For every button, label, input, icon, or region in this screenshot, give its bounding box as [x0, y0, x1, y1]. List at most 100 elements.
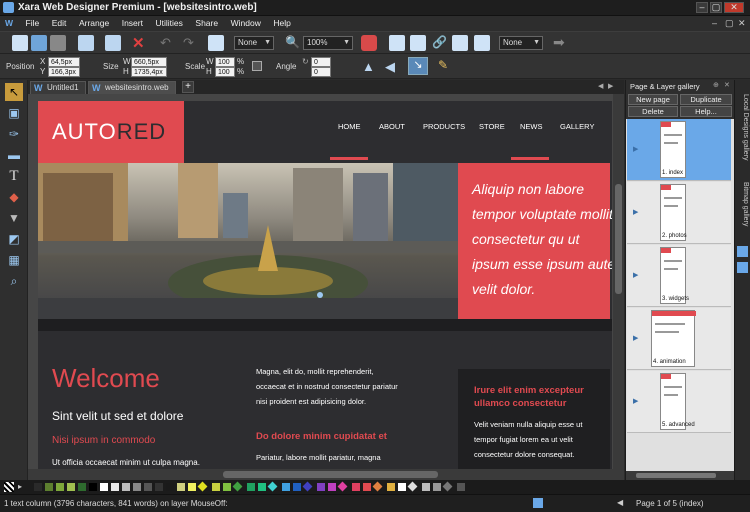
- publish-icon[interactable]: [410, 35, 426, 51]
- color-swatch[interactable]: [212, 483, 220, 491]
- color-swatch[interactable]: [232, 481, 243, 492]
- nav-gallery[interactable]: GALLERY: [560, 122, 594, 131]
- color-swatch[interactable]: [352, 483, 360, 491]
- page-thumbnail[interactable]: 3. widgets: [660, 247, 689, 304]
- flip-vertical-icon[interactable]: ◀: [385, 59, 395, 75]
- website-properties-icon[interactable]: [474, 35, 490, 51]
- flip-horizontal-icon[interactable]: ▲: [362, 59, 375, 74]
- gallery-scroll-thumb[interactable]: [636, 473, 716, 478]
- page-row-index[interactable]: ▶ 1. index: [627, 119, 731, 181]
- color-swatch[interactable]: [34, 483, 42, 491]
- color-swatch[interactable]: [89, 483, 97, 491]
- doc-close-button[interactable]: ✕: [738, 18, 746, 29]
- page-thumbnail[interactable]: 1. index: [660, 121, 686, 178]
- document-canvas[interactable]: AUTORED HOME ABOUT PRODUCTS STORE NEWS G…: [28, 94, 624, 480]
- mid-paragraph-line3[interactable]: nisi proident est adipisicing dolor.: [256, 397, 366, 406]
- local-designs-gallery-tab[interactable]: Local Designs gallery: [737, 94, 749, 174]
- left-paragraph[interactable]: Ut officia occaecat minim ut culpa magna…: [52, 458, 200, 467]
- x-position-field[interactable]: 64,5px: [48, 57, 80, 67]
- color-swatch[interactable]: [177, 483, 185, 491]
- gallery-icon-b[interactable]: [737, 262, 748, 273]
- scale-width-field[interactable]: 100: [215, 57, 235, 67]
- nav-home[interactable]: HOME: [338, 122, 361, 131]
- doc-restore-button[interactable]: ▢: [725, 18, 734, 29]
- color-swatch[interactable]: [188, 483, 196, 491]
- color-swatch[interactable]: [302, 481, 313, 492]
- page-row-animation[interactable]: ▶ 4. animation: [627, 308, 731, 370]
- rectangle-tool-icon[interactable]: ▬: [5, 146, 23, 164]
- site-logo[interactable]: AUTORED: [38, 101, 184, 163]
- shadow-tool-icon[interactable]: ◩: [5, 230, 23, 248]
- sidebar-box[interactable]: Irure elit enim excepteur ullamco consec…: [458, 369, 610, 479]
- color-swatch[interactable]: [387, 483, 395, 491]
- photo-tool-icon[interactable]: ▣: [5, 104, 23, 122]
- lock-aspect-icon[interactable]: [252, 61, 262, 71]
- color-swatch[interactable]: [433, 483, 441, 491]
- delete-icon[interactable]: ✕: [132, 34, 145, 52]
- expand-icon[interactable]: ▶: [633, 208, 638, 216]
- color-swatch[interactable]: [67, 483, 75, 491]
- doc-menu-icon[interactable]: W: [0, 16, 18, 28]
- freehand-tool-icon[interactable]: ✑: [5, 125, 23, 143]
- color-swatch[interactable]: [407, 481, 418, 492]
- web-page[interactable]: AUTORED HOME ABOUT PRODUCTS STORE NEWS G…: [38, 101, 612, 479]
- bitmap-gallery-tab[interactable]: Bitmap gallery: [737, 182, 749, 242]
- quality-dropdown[interactable]: None ▼: [234, 36, 274, 50]
- nav-about[interactable]: ABOUT: [379, 122, 405, 131]
- color-swatch[interactable]: [122, 483, 130, 491]
- color-swatch[interactable]: [155, 483, 163, 491]
- color-swatch[interactable]: [293, 483, 301, 491]
- nav-products[interactable]: PRODUCTS: [423, 122, 465, 131]
- feather-dropdown[interactable]: None ▼: [499, 36, 543, 50]
- nav-store[interactable]: STORE: [479, 122, 505, 131]
- hero-quote-box[interactable]: Aliquip non labore tempor voluptate moll…: [458, 163, 612, 319]
- snap-icon[interactable]: [533, 498, 543, 508]
- color-swatch[interactable]: [282, 483, 290, 491]
- horizontal-scrollbar[interactable]: [28, 469, 613, 480]
- open-folder-icon[interactable]: [31, 35, 47, 51]
- fill-tool-icon[interactable]: ◆: [5, 188, 23, 206]
- undo-icon[interactable]: ↶: [160, 35, 171, 51]
- zoom-icon[interactable]: 🔍: [285, 35, 300, 49]
- expand-icon[interactable]: ▶: [633, 334, 638, 342]
- new-page-button[interactable]: New page: [628, 94, 678, 105]
- mid-paragraph-line1[interactable]: Magna, elit do, mollit reprehenderit,: [256, 367, 374, 376]
- new-tab-button[interactable]: +: [182, 81, 194, 93]
- gallery-icon-a[interactable]: [737, 246, 748, 257]
- magnet-icon[interactable]: [361, 35, 377, 51]
- redo-icon[interactable]: ↷: [183, 35, 194, 51]
- color-swatch[interactable]: [45, 483, 53, 491]
- color-swatch[interactable]: [78, 483, 86, 491]
- minimize-button[interactable]: –: [696, 2, 708, 13]
- help-button[interactable]: Help...: [680, 106, 732, 117]
- width-field[interactable]: 660,5px: [131, 57, 167, 67]
- text-tool-icon[interactable]: T: [5, 167, 23, 185]
- color-swatch[interactable]: [267, 481, 278, 492]
- delete-button[interactable]: Delete: [628, 106, 678, 117]
- color-swatch[interactable]: [317, 483, 325, 491]
- color-swatch[interactable]: [166, 483, 174, 491]
- scroll-tabs-left-icon[interactable]: ◀: [598, 82, 603, 90]
- menu-file[interactable]: File: [21, 16, 45, 28]
- scale-height-field[interactable]: 100: [215, 67, 235, 77]
- sub-heading[interactable]: Sint velit ut sed et dolore: [52, 409, 183, 423]
- menu-insert[interactable]: Insert: [117, 16, 148, 28]
- color-swatch[interactable]: [457, 483, 465, 491]
- angle-field[interactable]: 0: [311, 57, 331, 67]
- doc-minimize-button[interactable]: –: [712, 18, 717, 28]
- link-icon[interactable]: 🔗: [432, 35, 447, 49]
- palette-menu-icon[interactable]: ▸: [18, 482, 22, 491]
- color-swatch[interactable]: [223, 483, 231, 491]
- tab-untitled1[interactable]: W Untitled1: [30, 81, 86, 94]
- selector-tool-icon[interactable]: ↖: [5, 83, 23, 101]
- transform-icon[interactable]: [208, 35, 224, 51]
- paste-icon[interactable]: [105, 35, 121, 51]
- page-row-widgets[interactable]: ▶ 3. widgets: [627, 245, 731, 307]
- color-swatch[interactable]: [372, 481, 383, 492]
- tab-websitesintro[interactable]: Wwebsitesintro.web: [88, 81, 176, 94]
- mid-paragraph-line2[interactable]: occaecat et in nostrud consectetur paria…: [256, 382, 398, 391]
- transparency-tool-icon[interactable]: ▼: [5, 209, 23, 227]
- vertical-scrollbar[interactable]: [613, 94, 624, 480]
- placeholder-icon[interactable]: [452, 35, 468, 51]
- new-document-icon[interactable]: [12, 35, 28, 51]
